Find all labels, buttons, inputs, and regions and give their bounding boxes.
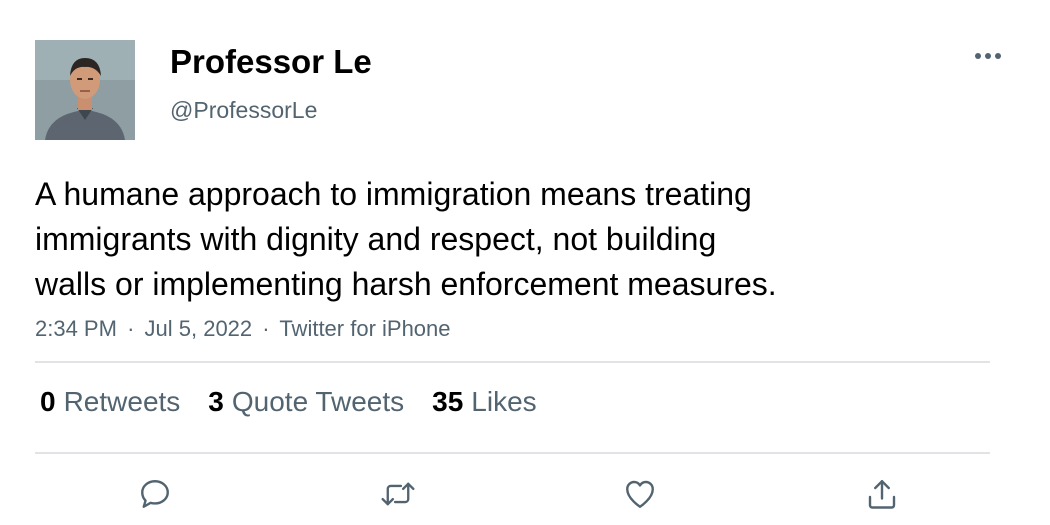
like-icon <box>626 480 654 508</box>
divider <box>35 452 990 454</box>
tweet-text-line: A humane approach to immigration means t… <box>35 176 752 212</box>
likes-count: 35 <box>432 386 464 417</box>
retweets-stat[interactable]: 0 Retweets <box>40 386 180 418</box>
quote-tweets-stat[interactable]: 3 Quote Tweets <box>208 386 404 418</box>
likes-stat[interactable]: 35 Likes <box>432 386 537 418</box>
quote-tweets-label: Quote Tweets <box>231 386 405 417</box>
reply-icon <box>141 480 169 508</box>
retweets-label: Retweets <box>63 386 181 417</box>
separator: · <box>262 316 270 341</box>
tweet-time[interactable]: 2:34 PM <box>35 316 117 341</box>
more-options-icon[interactable] <box>968 44 1008 68</box>
tweet-source[interactable]: Twitter for iPhone <box>279 316 450 341</box>
reply-button[interactable] <box>135 474 175 514</box>
tweet-text-line: immigrants with dignity and respect, not… <box>35 221 717 257</box>
share-icon <box>868 480 896 509</box>
avatar-photo <box>35 40 135 140</box>
likes-label: Likes <box>471 386 537 417</box>
avatar[interactable] <box>35 40 135 140</box>
retweets-count: 0 <box>40 386 56 417</box>
user-handle[interactable]: @ProfessorLe <box>170 97 317 124</box>
tweet-date[interactable]: Jul 5, 2022 <box>145 316 253 341</box>
quote-tweets-count: 3 <box>208 386 224 417</box>
divider <box>35 361 990 363</box>
tweet-text-line: walls or implementing harsh enforcement … <box>35 266 777 302</box>
like-button[interactable] <box>620 474 660 514</box>
retweet-button[interactable] <box>378 474 418 514</box>
display-name[interactable]: Professor Le <box>170 43 372 81</box>
tweet-metadata: 2:34 PM · Jul 5, 2022 · Twitter for iPho… <box>35 316 451 342</box>
tweet-stats: 0 Retweets 3 Quote Tweets 35 Likes <box>40 386 537 418</box>
share-button[interactable] <box>862 474 902 514</box>
tweet-text: A humane approach to immigration means t… <box>35 172 895 307</box>
separator: · <box>127 316 135 341</box>
retweet-icon <box>381 482 415 506</box>
